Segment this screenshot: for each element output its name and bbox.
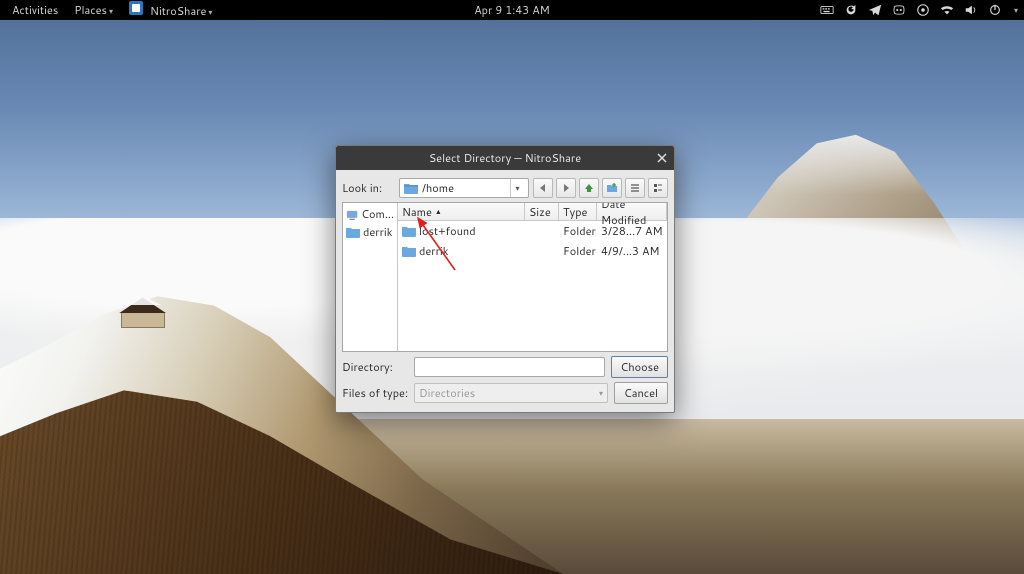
close-button[interactable] (654, 150, 670, 166)
cancel-button[interactable]: Cancel (614, 382, 668, 404)
detail-view-icon (652, 182, 664, 194)
folder-icon (402, 226, 416, 237)
activities-button[interactable]: Activities (6, 2, 64, 18)
app-menu[interactable]: NitroShare▾ (123, 1, 218, 19)
column-type[interactable]: Type (559, 203, 597, 220)
places-menu[interactable]: Places▾ (68, 2, 119, 18)
places-sidebar: Com... derrik (343, 203, 398, 351)
path-combobox[interactable]: /home ▾ (399, 178, 529, 198)
column-name[interactable]: Name▲ (398, 203, 525, 220)
places-label: Places (74, 2, 107, 18)
file-name: lost+found (419, 223, 476, 239)
chevron-down-icon: ▾ (510, 179, 524, 197)
forward-button[interactable] (556, 178, 576, 198)
sidebar-item-computer[interactable]: Com... (343, 205, 397, 223)
file-date: 3/28...7 AM (597, 222, 667, 240)
keyboard-layout-icon[interactable] (820, 3, 834, 17)
sidebar-item-user[interactable]: derrik (343, 223, 397, 241)
lookin-label: Look in: (342, 180, 395, 196)
list-view-button[interactable] (625, 178, 645, 198)
volume-icon[interactable] (964, 3, 978, 17)
system-menu-chevron-icon[interactable]: ▾ (1014, 4, 1018, 16)
column-size[interactable]: Size (525, 203, 559, 220)
new-folder-icon (606, 182, 618, 194)
nitroshare-app-icon (129, 1, 143, 15)
file-list-header: Name▲ Size Type Date Modified (398, 203, 667, 221)
chevron-down-icon: ▾ (599, 387, 603, 399)
up-button[interactable] (579, 178, 599, 198)
arrow-up-icon (583, 182, 595, 194)
refresh-icon[interactable] (844, 3, 858, 17)
file-row[interactable]: derrik Folder 4/9/...3 AM (398, 241, 667, 261)
file-row[interactable]: lost+found Folder 3/28...7 AM (398, 221, 667, 241)
select-directory-dialog: Select Directory — NitroShare Look in: /… (335, 145, 675, 413)
clock[interactable]: Apr 9 1:43 AM (468, 2, 556, 18)
file-list: Name▲ Size Type Date Modified lost+found… (398, 203, 667, 351)
tray-app-icon[interactable] (916, 3, 930, 17)
dialog-titlebar[interactable]: Select Directory — NitroShare (336, 146, 674, 170)
folder-icon (346, 227, 360, 238)
file-type: Folder (559, 222, 597, 240)
close-icon (657, 153, 667, 163)
directory-label: Directory: (342, 359, 408, 375)
list-view-icon (629, 182, 641, 194)
wifi-icon[interactable] (940, 3, 954, 17)
new-folder-button[interactable] (602, 178, 622, 198)
arrow-right-icon (560, 182, 572, 194)
file-date: 4/9/...3 AM (597, 242, 667, 260)
sort-asc-icon: ▲ (435, 207, 442, 217)
directory-input[interactable] (414, 357, 605, 377)
column-date[interactable]: Date Modified (597, 203, 667, 220)
dialog-title: Select Directory — NitroShare (429, 150, 581, 166)
filetype-label: Files of type: (342, 385, 408, 401)
top-panel: Activities Places▾ NitroShare▾ Apr 9 1:4… (0, 0, 1024, 20)
file-type: Folder (559, 242, 597, 260)
filetype-combobox: Directories ▾ (414, 383, 608, 403)
back-button[interactable] (533, 178, 553, 198)
choose-button[interactable]: Choose (611, 356, 668, 378)
path-text: /home (422, 180, 506, 196)
sidebar-item-label: derrik (363, 224, 392, 240)
filetype-value: Directories (419, 385, 475, 401)
file-name: derrik (419, 243, 448, 259)
detail-view-button[interactable] (648, 178, 668, 198)
computer-icon (346, 208, 358, 220)
app-menu-label: NitroShare (150, 3, 206, 19)
arrow-left-icon (537, 182, 549, 194)
folder-icon (402, 246, 416, 257)
telegram-icon[interactable] (868, 3, 882, 17)
power-icon[interactable] (988, 3, 1002, 17)
discord-icon[interactable] (892, 3, 906, 17)
folder-icon (404, 183, 418, 194)
sidebar-item-label: Com... (361, 206, 394, 222)
